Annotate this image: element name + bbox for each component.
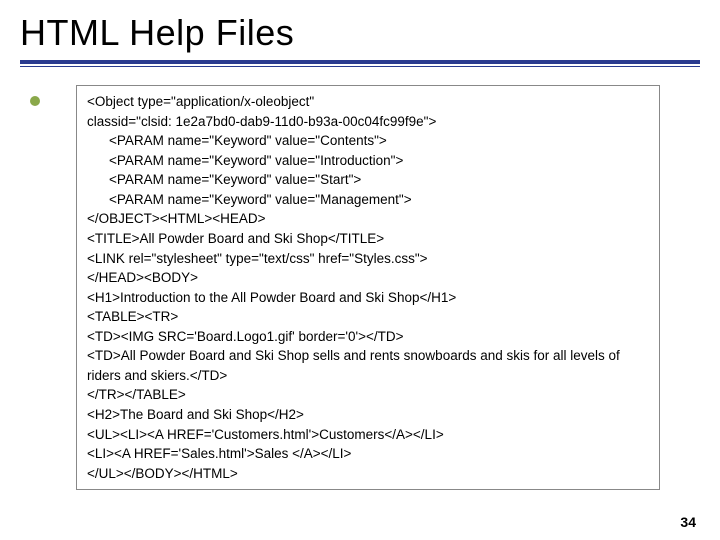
code-line: </UL></BODY></HTML> [87,464,649,484]
code-line: <H1>Introduction to the All Powder Board… [87,288,649,308]
title-rule-thin [20,66,700,67]
code-line: </OBJECT><HTML><HEAD> [87,209,649,229]
code-line: <UL><LI><A HREF='Customers.html'>Custome… [87,425,649,445]
code-line: <PARAM name="Keyword" value="Management"… [87,190,649,210]
slide-title: HTML Help Files [20,12,700,54]
bullet-icon [30,96,40,106]
code-line: </HEAD><BODY> [87,268,649,288]
code-line: </TR></TABLE> [87,385,649,405]
slide: HTML Help Files <Object type="applicatio… [0,0,720,540]
title-rule-thick [20,60,700,64]
code-block: <Object type="application/x-oleobject" c… [76,85,660,490]
page-number: 34 [680,514,696,530]
code-line: classid="clsid: 1e2a7bd0-dab9-11d0-b93a-… [87,112,649,132]
code-line: <LI><A HREF='Sales.html'>Sales </A></LI> [87,444,649,464]
code-line: <PARAM name="Keyword" value="Introductio… [87,151,649,171]
code-line: <LINK rel="stylesheet" type="text/css" h… [87,249,649,269]
code-line: <PARAM name="Keyword" value="Contents"> [87,131,649,151]
code-line: <TD><IMG SRC='Board.Logo1.gif' border='0… [87,327,649,347]
code-line: <Object type="application/x-oleobject" [87,92,649,112]
code-line: <H2>The Board and Ski Shop</H2> [87,405,649,425]
code-line: <PARAM name="Keyword" value="Start"> [87,170,649,190]
code-line: <TITLE>All Powder Board and Ski Shop</TI… [87,229,649,249]
code-line: <TABLE><TR> [87,307,649,327]
code-line: <TD>All Powder Board and Ski Shop sells … [87,346,649,385]
